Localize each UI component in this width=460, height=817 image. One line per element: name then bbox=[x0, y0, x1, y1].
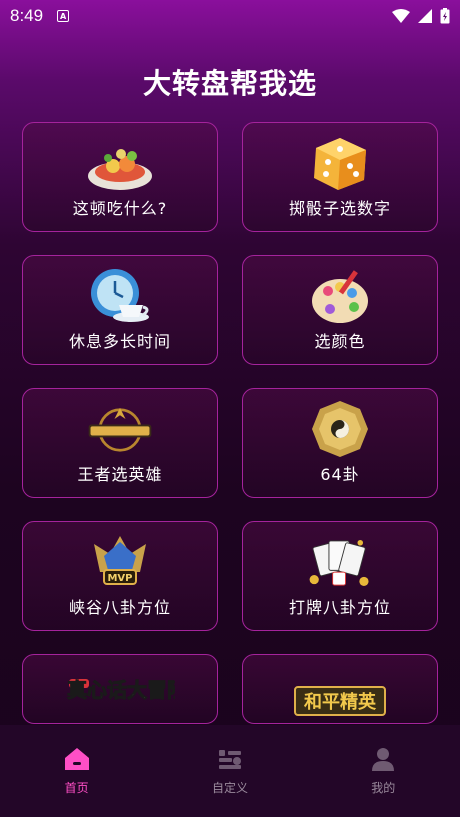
nav-label-mine: 我的 bbox=[371, 781, 396, 795]
honor-of-kings-logo bbox=[85, 399, 155, 461]
card-roll-dice[interactable]: 掷骰子选数字 bbox=[242, 122, 438, 232]
card-pick-hero[interactable]: 王者选英雄 bbox=[22, 388, 218, 498]
page-title: 大转盘帮我选 bbox=[142, 67, 317, 100]
notification-icon: A bbox=[57, 10, 70, 22]
dice-icon bbox=[305, 133, 375, 195]
logo-text: 真心话大冒险 bbox=[67, 678, 175, 702]
card-cards-bagua[interactable]: 打牌八卦方位 bbox=[242, 521, 438, 631]
card-label: 选颜色 bbox=[314, 332, 366, 351]
card-64-hexagrams[interactable]: 64卦 bbox=[242, 388, 438, 498]
user-icon bbox=[372, 748, 395, 771]
clock-cup-icon bbox=[85, 266, 155, 328]
bottom-nav: 首页 自定义 我的 bbox=[0, 725, 460, 817]
status-icons bbox=[392, 8, 450, 24]
food-plate-icon bbox=[85, 133, 155, 195]
card-peacekeeper-elite[interactable]: 和平精英 bbox=[242, 654, 438, 724]
card-label: 掷骰子选数字 bbox=[288, 199, 391, 218]
signal-icon bbox=[418, 9, 432, 23]
mvp-badge-icon: MVP bbox=[85, 532, 155, 594]
card-label: 峡谷八卦方位 bbox=[68, 598, 171, 617]
card-truth-or-dare[interactable]: 真心话大冒险 bbox=[22, 654, 218, 724]
card-canyon-bagua[interactable]: MVP 峡谷八卦方位 bbox=[22, 521, 218, 631]
card-label: 64卦 bbox=[320, 465, 360, 484]
logo-text: 和平精英 bbox=[304, 691, 377, 713]
card-pick-color[interactable]: 选颜色 bbox=[242, 255, 438, 365]
nav-label-custom: 自定义 bbox=[211, 781, 248, 795]
card-rest-time[interactable]: 休息多长时间 bbox=[22, 255, 218, 365]
card-label: 这顿吃什么? bbox=[72, 199, 168, 218]
card-label: 王者选英雄 bbox=[77, 465, 163, 484]
status-time: 8:49 bbox=[10, 6, 44, 25]
option-grid: 这顿吃什么? 掷骰子选数字 休息多长时间 选颜色 王者选英雄 64卦 MVP 峡… bbox=[22, 122, 438, 724]
battery-icon bbox=[440, 8, 450, 24]
home-icon bbox=[64, 748, 89, 770]
truth-or-dare-logo: 真心话大冒险 bbox=[65, 665, 176, 723]
nav-custom[interactable]: 自定义 bbox=[170, 747, 290, 796]
nav-home[interactable]: 首页 bbox=[17, 747, 137, 796]
peacekeeper-elite-logo: 和平精英 bbox=[285, 665, 395, 723]
cards-dice-icon bbox=[305, 532, 375, 594]
bagua-icon bbox=[305, 399, 375, 461]
settings-list-icon bbox=[218, 750, 241, 769]
nav-label-home: 首页 bbox=[64, 781, 89, 795]
nav-mine[interactable]: 我的 bbox=[323, 747, 443, 796]
wifi-icon bbox=[392, 9, 410, 23]
status-bar: 8:49 A bbox=[0, 0, 460, 32]
card-label: 休息多长时间 bbox=[68, 332, 171, 351]
svg-text:MVP: MVP bbox=[107, 573, 132, 584]
card-label: 打牌八卦方位 bbox=[288, 598, 391, 617]
palette-icon bbox=[305, 266, 375, 328]
card-what-to-eat[interactable]: 这顿吃什么? bbox=[22, 122, 218, 232]
